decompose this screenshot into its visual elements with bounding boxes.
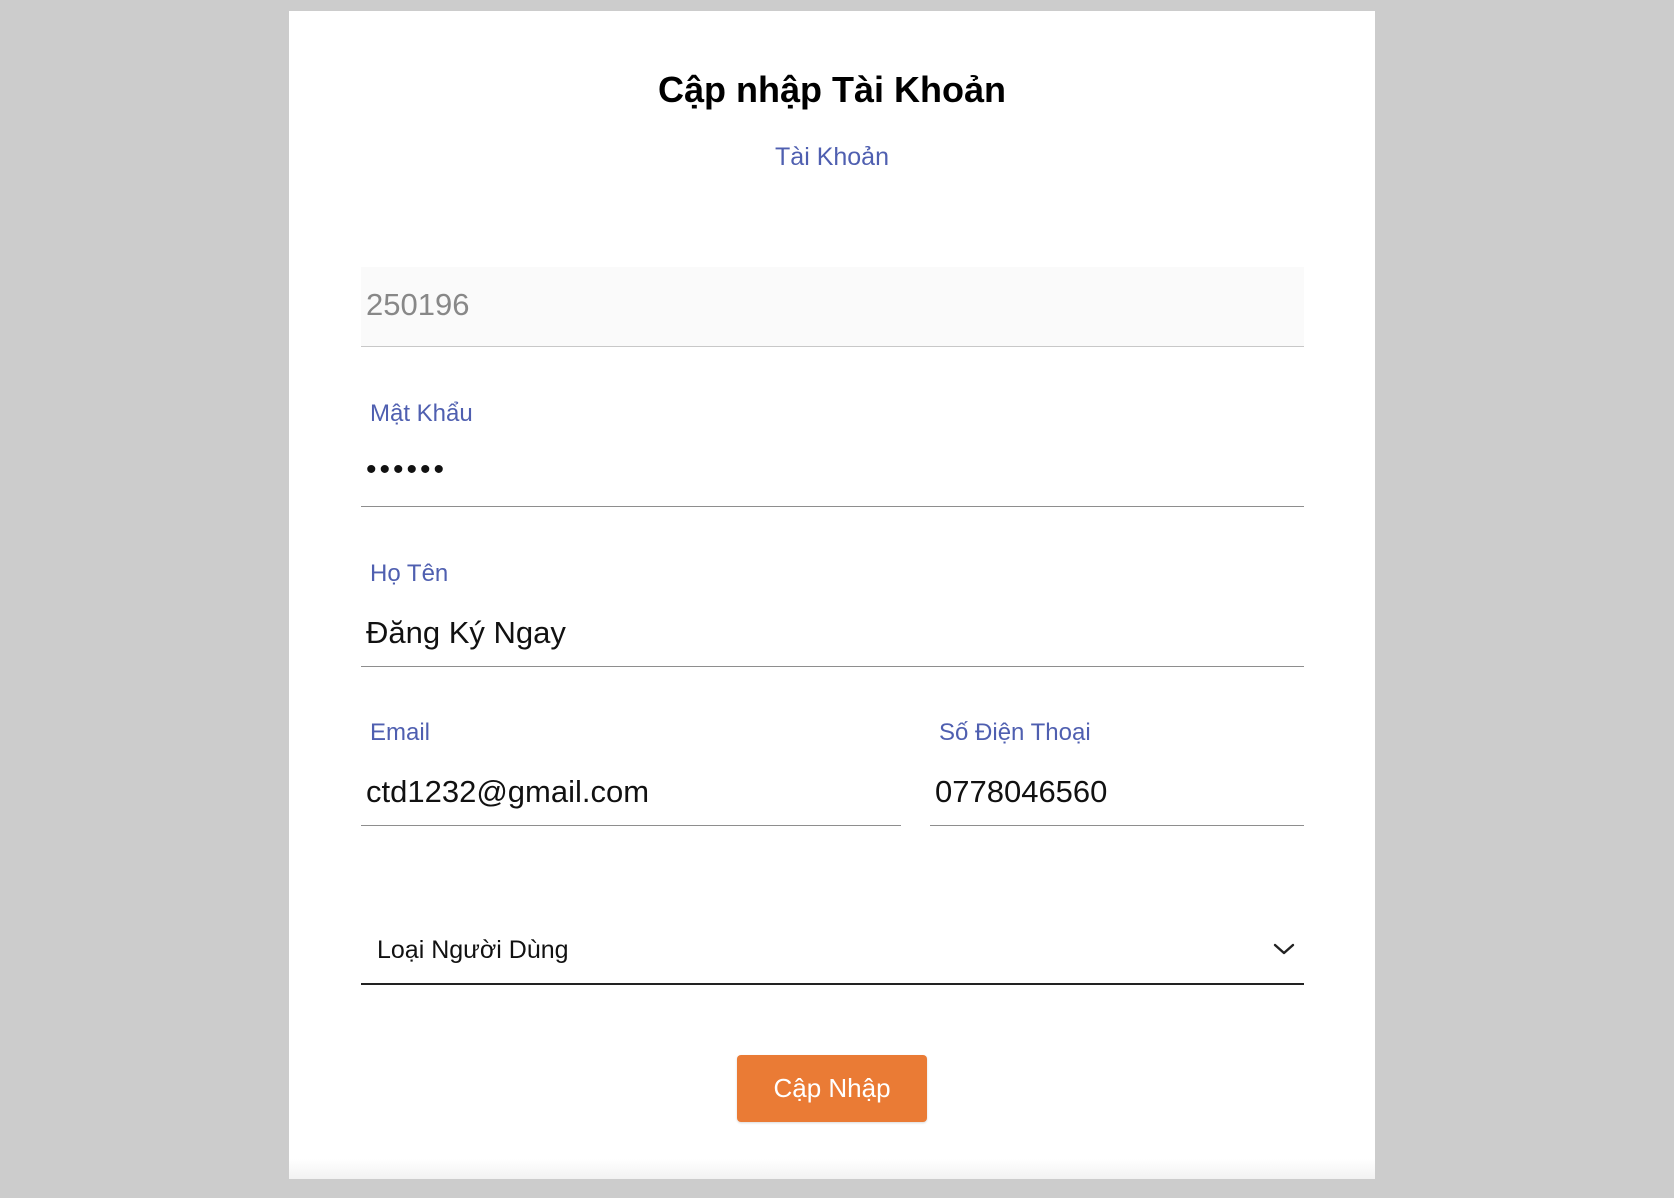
page-subtitle: Tài Khoản [775,143,889,171]
update-button[interactable]: Cập Nhập [737,1055,927,1122]
username-value: 250196 [366,287,470,322]
email-label: Email [370,719,431,746]
fullname-value[interactable]: Đăng Ký Ngay [366,615,566,651]
phone-field[interactable]: Số Điện Thoại 0778046560 [930,706,1304,826]
email-field[interactable]: Email ctd1232@gmail.com [361,706,901,826]
fullname-field[interactable]: Họ Tên Đăng Ký Ngay [361,547,1304,667]
password-label: Mật Khẩu [370,400,473,427]
password-field[interactable]: Mật Khẩu •••••• [361,387,1304,507]
user-type-select[interactable]: Loại Người Dùng [361,909,1304,985]
user-type-placeholder: Loại Người Dùng [377,936,569,964]
phone-label: Số Điện Thoại [939,719,1091,746]
update-account-card: Cập nhập Tài Khoản Tài Khoản 250196 Mật … [289,11,1375,1179]
page-title: Cập nhập Tài Khoản [657,69,1006,110]
card-bottom-shade [289,1159,1375,1179]
email-value[interactable]: ctd1232@gmail.com [366,774,649,810]
chevron-down-icon [1273,943,1295,955]
fullname-label: Họ Tên [370,560,449,587]
username-field: 250196 [361,267,1304,347]
phone-value[interactable]: 0778046560 [935,774,1107,810]
password-value[interactable]: •••••• [366,453,447,487]
